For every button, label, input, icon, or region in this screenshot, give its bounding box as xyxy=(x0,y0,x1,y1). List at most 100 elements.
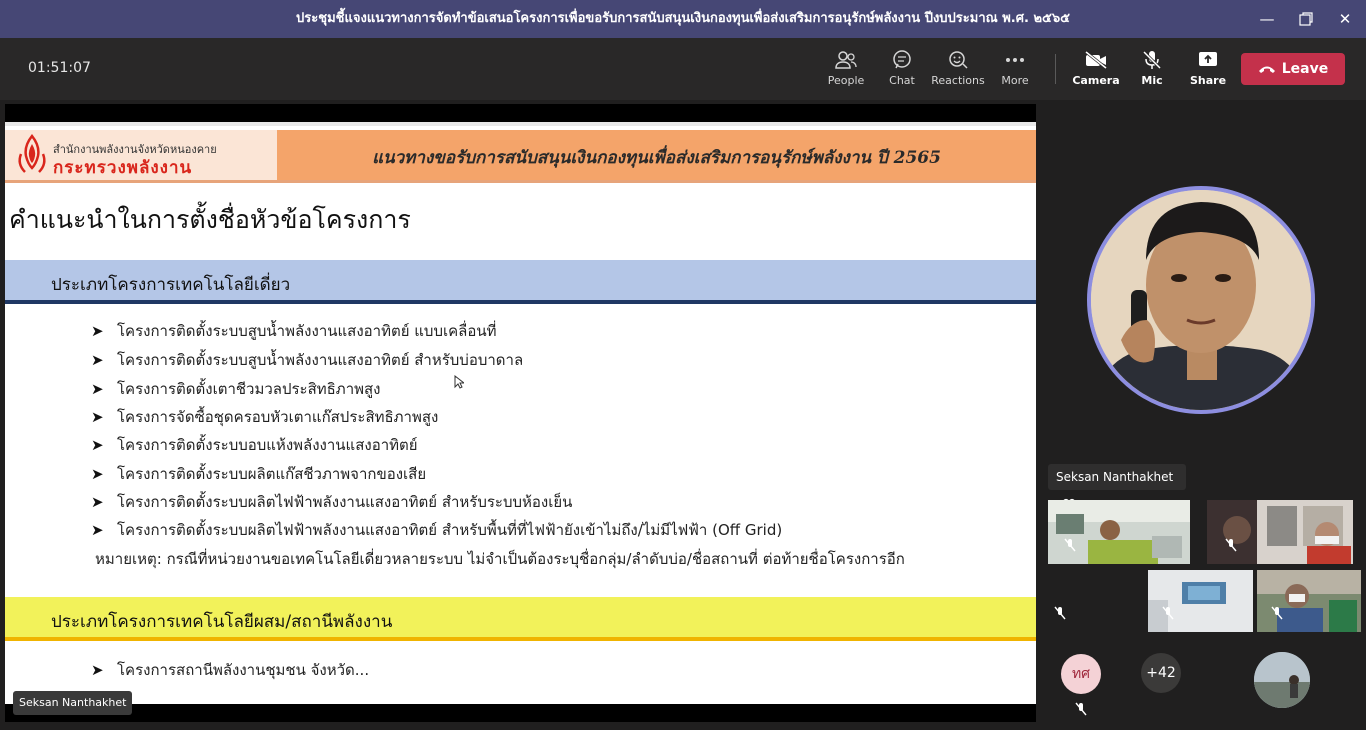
more-participants-button[interactable]: +42 xyxy=(1141,653,1181,693)
bullet-item: ➤ โครงการติดตั้งระบบสูบน้ำพลังงานแสงอาทิต… xyxy=(91,348,523,372)
shared-screen: สำนักงานพลังงานจังหวัดหนองคาย กระทรวงพลั… xyxy=(5,104,1036,722)
bullet-item: ➤ โครงการติดตั้งระบบผลิตไฟฟ้าพลังงานแสงอา… xyxy=(91,518,782,542)
close-icon[interactable]: ✕ xyxy=(1322,0,1366,38)
arrow-bullet-icon: ➤ xyxy=(91,380,104,398)
meeting-title: ประชุมชี้แจงแนวทางการจัดทำข้อเสนอโครงการ… xyxy=(296,11,1070,26)
participant-video-icon xyxy=(1207,500,1353,564)
leave-label: Leave xyxy=(1281,61,1329,77)
arrow-bullet-icon: ➤ xyxy=(91,408,104,426)
people-button[interactable]: People xyxy=(817,48,875,94)
call-timer: 01:51:07 xyxy=(28,60,91,76)
bullet-item: ➤ โครงการติดตั้งระบบอบแห้งพลังงานแสงอาทิต… xyxy=(91,433,418,457)
bullet-item: ➤ โครงการจัดซื้อชุดครอบหัวเตาแก๊สประสิทธิ… xyxy=(91,405,438,429)
bullet-text: โครงการติดตั้งระบบผลิตไฟฟ้าพลังงานแสงอาท… xyxy=(117,493,573,511)
mouse-cursor-icon xyxy=(454,375,464,389)
speaker-name: Seksan Nanthakhet xyxy=(1056,470,1174,484)
arrow-bullet-icon: ➤ xyxy=(91,493,104,511)
arrow-bullet-icon: ➤ xyxy=(91,521,104,539)
bullet-item: ➤ โครงการติดตั้งระบบสูบน้ำพลังงานแสงอาทิต… xyxy=(91,319,496,343)
slide-banner: แนวทางขอรับการสนับสนุนเงินกองทุนเพื่อส่ง… xyxy=(277,130,1036,180)
slide-top-line xyxy=(5,122,1036,126)
leave-button[interactable]: Leave xyxy=(1241,53,1345,85)
mic-off-icon xyxy=(1064,538,1076,552)
participant-audio-tile[interactable] xyxy=(1048,570,1142,632)
bullet-item: ➤ โครงการติดตั้งเตาชีวมวลประสิทธิภาพสูง xyxy=(91,377,381,401)
mic-off-icon xyxy=(1054,606,1066,620)
active-speaker-avatar[interactable] xyxy=(1087,186,1315,414)
slide-note: หมายเหตุ: กรณีที่หน่วยงานขอเทคโนโลยีเดี่… xyxy=(95,550,905,568)
org-name-big: กระทรวงพลังงาน xyxy=(53,158,193,178)
more-label: More xyxy=(1001,74,1029,87)
people-icon xyxy=(835,51,857,69)
speaker-name-chip: Seksan Nanthakhet xyxy=(1048,464,1186,509)
presenter-name-chip: Seksan Nanthakhet xyxy=(13,691,133,715)
title-bar: ประชุมชี้แจงแนวทางการจัดทำข้อเสนอโครงการ… xyxy=(0,0,1366,38)
bullet-text: โครงการติดตั้งระบบสูบน้ำพลังงานแสงอาทิตย… xyxy=(117,351,524,369)
bullet-text: โครงการติดตั้งเตาชีวมวลประสิทธิภาพสูง xyxy=(117,380,381,398)
more-icon xyxy=(1006,58,1024,62)
reactions-label: Reactions xyxy=(931,74,985,87)
participant-video-icon xyxy=(1257,570,1361,632)
camera-label: Camera xyxy=(1072,74,1120,87)
banner-title: แนวทางขอรับการสนับสนุนเงินกองทุนเพื่อส่ง… xyxy=(372,148,941,168)
arrow-bullet-icon: ➤ xyxy=(91,351,104,369)
more-button[interactable]: More xyxy=(986,48,1044,94)
bullet-text: โครงการสถานีพลังงานชุมชน จังหวัด... xyxy=(117,661,370,679)
mic-off-icon xyxy=(1142,50,1162,70)
section-mixed-technology: ประเภทโครงการเทคโนโลยีผสม/สถานีพลังงาน xyxy=(5,597,1036,641)
bullet-text: โครงการจัดซื้อชุดครอบหัวเตาแก๊สประสิทธิภ… xyxy=(117,408,439,426)
arrow-bullet-icon: ➤ xyxy=(91,322,104,340)
participant-video-icon xyxy=(1148,570,1253,632)
overflow-count: +42 xyxy=(1146,665,1176,681)
presentation-slide: สำนักงานพลังงานจังหวัดหนองคาย กระทรวงพลั… xyxy=(5,122,1036,704)
bullet-text: โครงการติดตั้งระบบผลิตไฟฟ้าพลังงานแสงอาท… xyxy=(117,521,783,539)
chat-icon xyxy=(893,50,911,69)
participant-video-tile[interactable] xyxy=(1207,500,1353,564)
participant-photo-icon xyxy=(1254,652,1310,708)
ministry-logo-box: สำนักงานพลังงานจังหวัดหนองคาย กระทรวงพลั… xyxy=(5,130,277,180)
arrow-bullet-icon: ➤ xyxy=(91,465,104,483)
mic-off-icon xyxy=(1075,702,1087,716)
camera-off-icon xyxy=(1085,50,1107,70)
bullet-item: ➤ โครงการติดตั้งระบบผลิตแก๊สชีวภาพจากของเ… xyxy=(91,462,426,486)
people-label: People xyxy=(827,74,865,87)
participant-video-tile[interactable] xyxy=(1048,500,1190,564)
mic-label: Mic xyxy=(1141,74,1163,87)
participant-video-icon xyxy=(1048,500,1190,564)
bullet-item: ➤ โครงการสถานีพลังงานชุมชน จังหวัด... xyxy=(91,658,369,682)
mic-off-icon xyxy=(1271,606,1283,620)
bullet-text: โครงการติดตั้งระบบผลิตแก๊สชีวภาพจากของเส… xyxy=(117,465,427,483)
hang-up-icon xyxy=(1258,66,1275,73)
header-rule xyxy=(5,180,1036,183)
participant-video-tile[interactable] xyxy=(1257,570,1361,632)
meeting-toolbar: 01:51:07 People Chat Reactions More Came… xyxy=(0,38,1366,100)
share-icon xyxy=(1199,52,1217,66)
mic-off-icon xyxy=(1225,538,1237,552)
bullet-text: โครงการติดตั้งระบบสูบน้ำพลังงานแสงอาทิตย… xyxy=(117,322,497,340)
mic-off-icon xyxy=(1162,606,1174,620)
chat-label: Chat xyxy=(889,74,915,87)
flame-logo-icon xyxy=(18,134,46,173)
chat-button[interactable]: Chat xyxy=(873,48,931,94)
participant-video-tile[interactable] xyxy=(1148,570,1253,632)
participant-initials-avatar[interactable]: ทศ xyxy=(1061,654,1101,694)
section-single-technology: ประเภทโครงการเทคโนโลยีเดี่ยว xyxy=(5,260,1036,304)
bullet-item: ➤ โครงการติดตั้งระบบผลิตไฟฟ้าพลังงานแสงอา… xyxy=(91,490,572,514)
reactions-icon xyxy=(949,51,968,69)
camera-button[interactable]: Camera xyxy=(1067,48,1125,94)
bullet-text: โครงการติดตั้งระบบอบแห้งพลังงานแสงอาทิตย… xyxy=(117,436,418,454)
slide-header: สำนักงานพลังงานจังหวัดหนองคาย กระทรวงพลั… xyxy=(5,130,1036,180)
share-label: Share xyxy=(1189,74,1227,87)
slide-heading: คำแนะนำในการตั้งชื่อหัวข้อโครงการ xyxy=(9,205,411,234)
participant-photo-avatar[interactable] xyxy=(1254,652,1310,708)
participant-initials: ทศ xyxy=(1071,666,1091,682)
toolbar-separator xyxy=(1055,54,1056,84)
speaker-photo-icon xyxy=(1091,190,1311,410)
section-label: ประเภทโครงการเทคโนโลยีผสม/สถานีพลังงาน xyxy=(51,612,393,632)
section-label: ประเภทโครงการเทคโนโลยีเดี่ยว xyxy=(51,275,291,295)
reactions-button[interactable]: Reactions xyxy=(929,48,987,94)
arrow-bullet-icon: ➤ xyxy=(91,436,104,454)
mic-button[interactable]: Mic xyxy=(1123,48,1181,94)
share-button[interactable]: Share xyxy=(1179,48,1237,94)
arrow-bullet-icon: ➤ xyxy=(91,661,104,679)
